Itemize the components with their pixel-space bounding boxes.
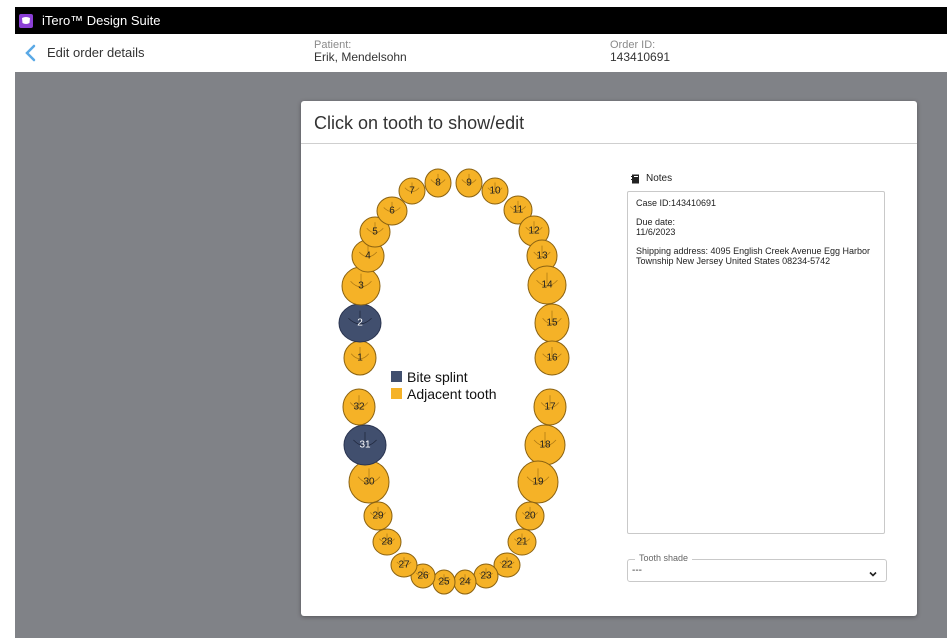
tooth-8-label: 8 xyxy=(435,178,441,189)
app-title: iTero™ Design Suite xyxy=(42,13,161,28)
tooth-24[interactable]: 24 xyxy=(453,569,477,595)
tooth-7-label: 7 xyxy=(409,186,415,197)
panel-title: Click on tooth to show/edit xyxy=(314,113,525,133)
tooth-9-label: 9 xyxy=(466,178,472,189)
notes-header: Notes xyxy=(631,173,672,184)
tooth-15[interactable]: 15 xyxy=(534,303,570,343)
tooth-22-label: 22 xyxy=(501,560,513,571)
legend-adjacent-label: Adjacent tooth xyxy=(407,386,497,402)
notebook-icon xyxy=(631,174,640,184)
tooth-2-label: 2 xyxy=(357,318,363,329)
notes-textarea[interactable]: Case ID:143410691 Due date: 11/6/2023 Shi… xyxy=(627,191,885,534)
notes-case-id: Case ID:143410691 xyxy=(636,198,717,208)
tooth-15-label: 15 xyxy=(546,318,558,329)
tooth-9[interactable]: 9 xyxy=(455,168,483,198)
tooth-5-label: 5 xyxy=(372,227,378,238)
tooth-18-label: 18 xyxy=(539,440,551,451)
tooth-19-label: 19 xyxy=(532,477,544,488)
tooth-23[interactable]: 23 xyxy=(473,563,499,589)
tooth-7[interactable]: 7 xyxy=(398,177,426,205)
order-header: Edit order details Patient: Erik, Mendel… xyxy=(15,34,947,73)
tooth-shade-value: --- xyxy=(632,565,642,576)
tooth-27-label: 27 xyxy=(398,560,410,571)
tooth-29-label: 29 xyxy=(372,511,384,522)
tooth-17[interactable]: 17 xyxy=(533,388,567,426)
tooth-14-label: 14 xyxy=(541,280,553,291)
tooth-18[interactable]: 18 xyxy=(524,424,566,466)
tooth-2[interactable]: 2 xyxy=(338,303,382,343)
tooth-25[interactable]: 25 xyxy=(432,569,456,595)
tooth-1[interactable]: 1 xyxy=(343,340,377,376)
tooth-10[interactable]: 10 xyxy=(481,177,509,205)
tooth-chart: Bite splint Adjacent tooth 12345678 91011… xyxy=(338,168,570,595)
tooth-32-label: 32 xyxy=(353,402,365,413)
tooth-14[interactable]: 14 xyxy=(527,265,567,305)
notes-due-value: 11/6/2023 xyxy=(636,227,676,237)
tooth-27[interactable]: 27 xyxy=(390,552,418,578)
tooth-25-label: 25 xyxy=(438,577,450,588)
tooth-30-label: 30 xyxy=(363,477,375,488)
panel-header: Click on tooth to show/edit xyxy=(301,101,917,144)
tooth-26-label: 26 xyxy=(417,571,429,582)
notes-due-label: Due date: xyxy=(636,217,676,227)
tooth-3-label: 3 xyxy=(358,281,364,292)
tooth-31-label: 31 xyxy=(359,440,371,451)
tooth-6-label: 6 xyxy=(389,206,395,217)
tooth-28[interactable]: 28 xyxy=(372,528,402,556)
tooth-30[interactable]: 30 xyxy=(348,460,390,504)
tooth-23-label: 23 xyxy=(480,571,492,582)
tooth-28-label: 28 xyxy=(381,537,393,548)
chart-legend: Bite splint Adjacent tooth xyxy=(391,369,497,402)
tooth-31[interactable]: 31 xyxy=(343,424,387,466)
tooth-12-label: 12 xyxy=(528,226,540,237)
order-id-value: 143410691 xyxy=(610,50,671,64)
legend-splint-swatch xyxy=(391,371,402,382)
legend-splint-label: Bite splint xyxy=(407,369,468,385)
left-strip xyxy=(0,0,15,638)
notes-label: Notes xyxy=(646,173,673,184)
tooth-16-label: 16 xyxy=(546,353,558,364)
tooth-21[interactable]: 21 xyxy=(507,528,537,556)
tooth-3[interactable]: 3 xyxy=(341,266,381,306)
tooth-shade-select[interactable]: Tooth shade --- xyxy=(627,553,887,582)
tooth-1-label: 1 xyxy=(357,353,363,364)
tooth-10-label: 10 xyxy=(489,186,501,197)
chevron-down-icon[interactable] xyxy=(868,566,878,577)
tooth-20[interactable]: 20 xyxy=(515,501,545,531)
tooth-20-label: 20 xyxy=(524,511,536,522)
tooth-panel: Click on tooth to show/edit Bite splint … xyxy=(301,101,917,616)
tooth-shade-label: Tooth shade xyxy=(635,553,693,563)
back-chevron-icon[interactable] xyxy=(22,43,40,63)
tooth-32[interactable]: 32 xyxy=(342,388,376,426)
itero-logo-icon xyxy=(19,13,33,28)
edit-order-details-link[interactable]: Edit order details xyxy=(47,45,145,60)
patient-name: Erik, Mendelsohn xyxy=(314,50,407,64)
tooth-17-label: 17 xyxy=(544,402,556,413)
tooth-4-label: 4 xyxy=(365,251,371,262)
tooth-6[interactable]: 6 xyxy=(376,196,408,226)
app-bar: iTero™ Design Suite xyxy=(15,7,947,34)
tooth-11-label: 11 xyxy=(513,205,524,216)
legend-adjacent-swatch xyxy=(391,388,402,399)
order-id-field: Order ID: 143410691 xyxy=(610,39,670,64)
tooth-24-label: 24 xyxy=(459,577,471,588)
tooth-21-label: 21 xyxy=(516,537,528,548)
tooth-13-label: 13 xyxy=(536,251,548,262)
tooth-16[interactable]: 16 xyxy=(534,340,570,376)
notes-shipping: Shipping address: 4095 English Creek Ave… xyxy=(636,246,870,266)
tooth-8[interactable]: 8 xyxy=(424,168,452,198)
patient-field: Patient: Erik, Mendelsohn xyxy=(314,39,407,64)
tooth-29[interactable]: 29 xyxy=(363,501,393,531)
tooth-19[interactable]: 19 xyxy=(517,460,559,504)
